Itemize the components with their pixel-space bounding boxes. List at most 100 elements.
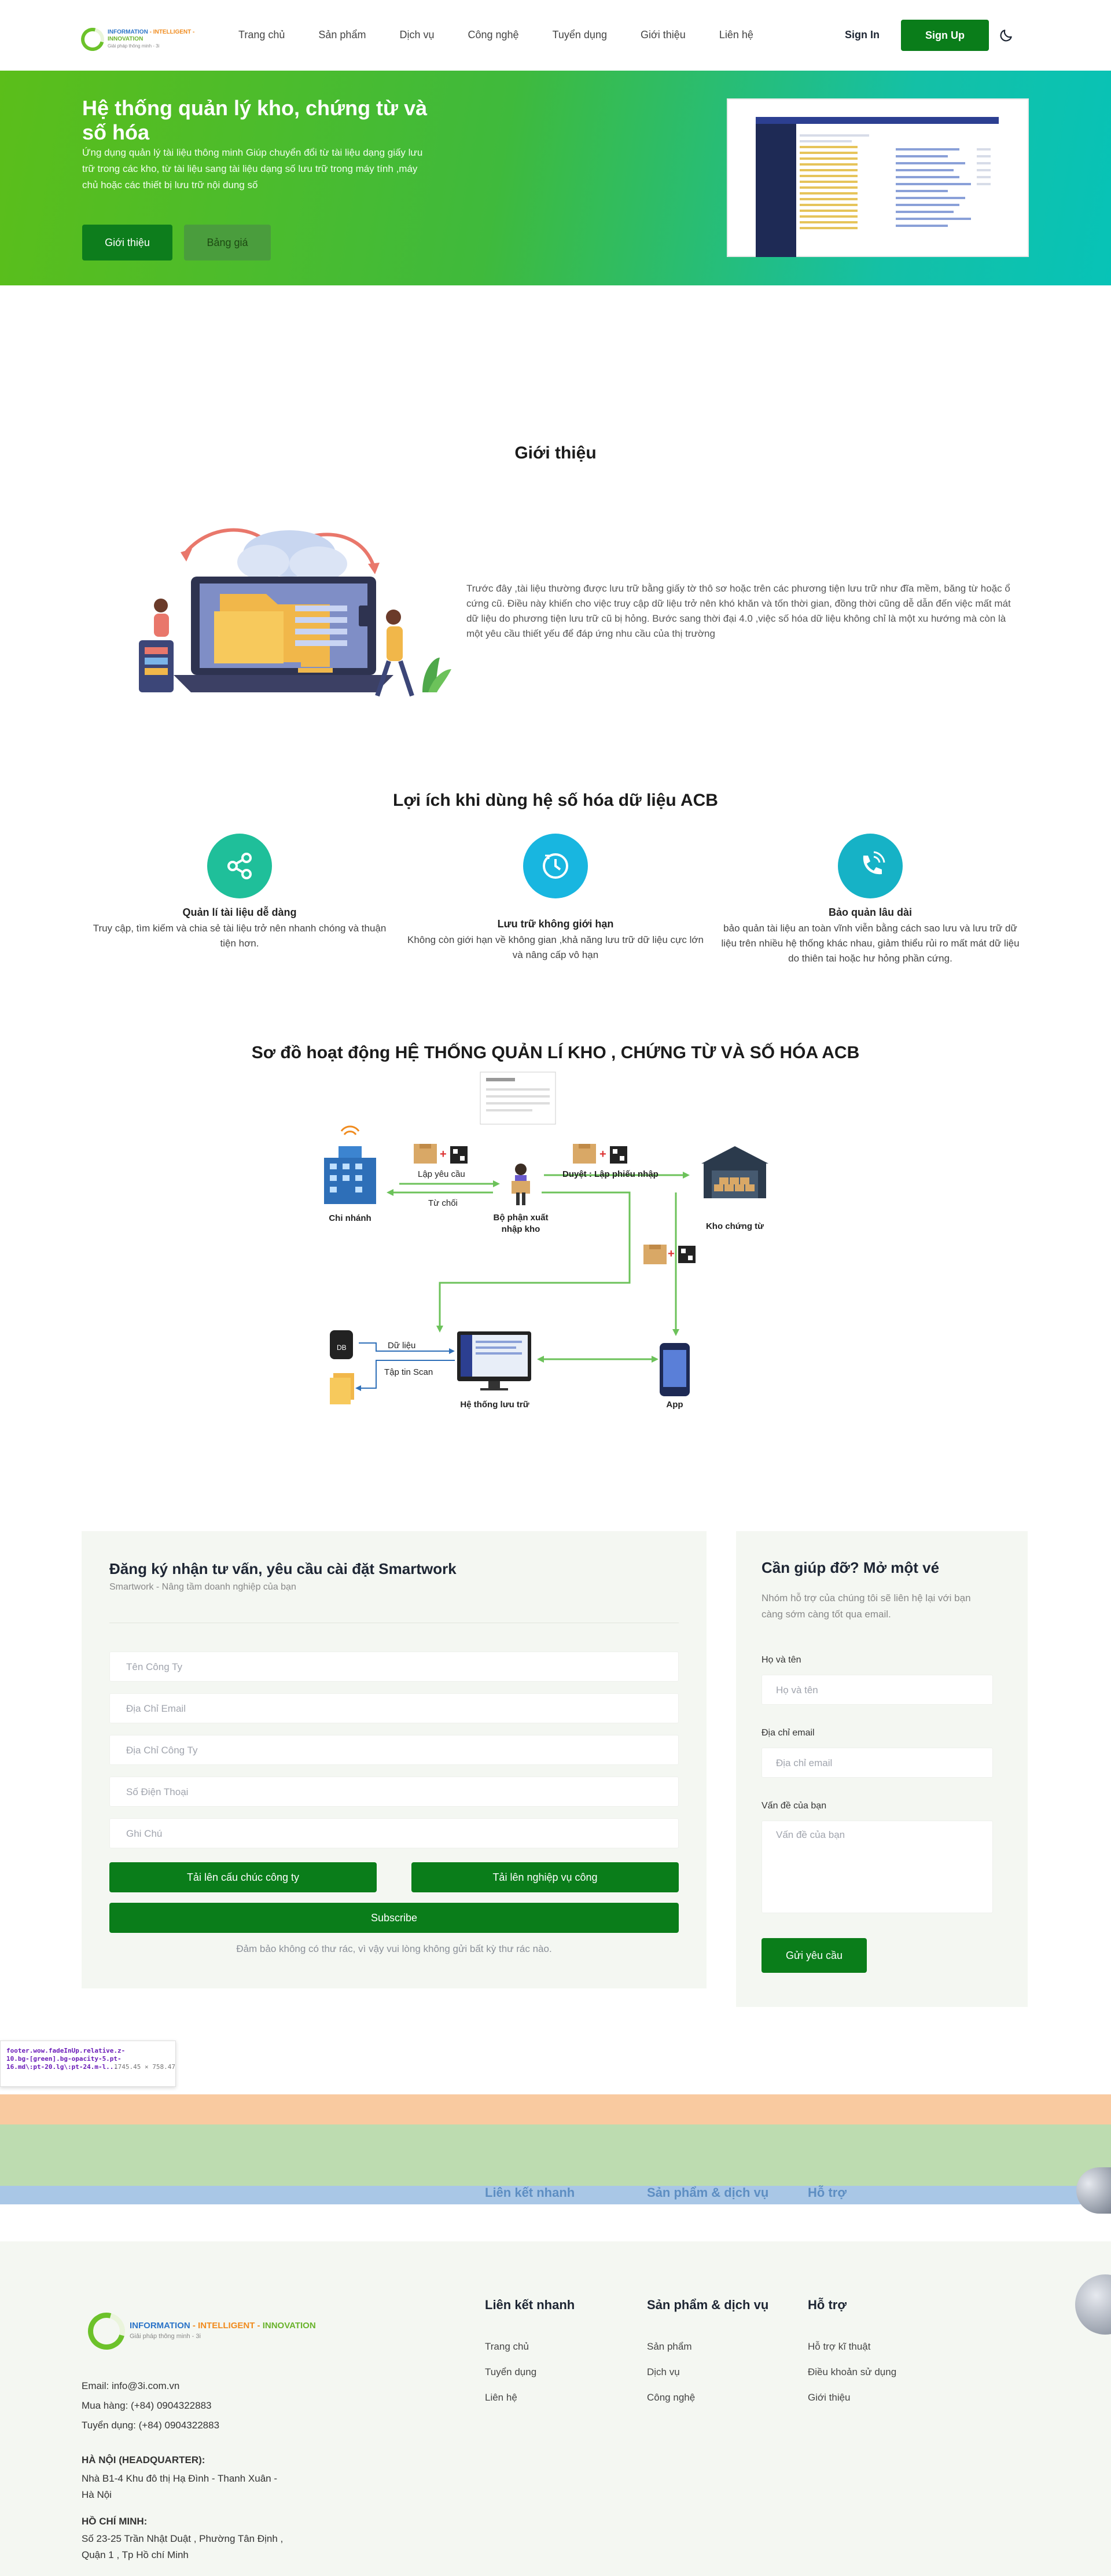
intro-paragraph: Trước đây ,tài liệu thường được lưu trữ … [466, 583, 1011, 639]
no-spam-note: Đảm bảo không có thư rác, vì vậy vui lòn… [236, 1943, 552, 1954]
edge-approve-label: Duyệt : Lập phiếu nhập [562, 1169, 658, 1179]
inspected-selector: footer.wow.fadeInUp.relative.z-10.bg-[gr… [6, 2047, 126, 2071]
note-input[interactable]: Ghi Chú [109, 1818, 679, 1848]
benefit-description: bảo quản tài liệu an toàn vĩnh viễn bằng… [721, 923, 1020, 964]
upload-org-structure-button[interactable]: Tải lên cấu chúc công ty [109, 1862, 377, 1892]
intro-button[interactable]: Giới thiệu [82, 225, 172, 260]
subscribe-button[interactable]: Subscribe [109, 1903, 679, 1933]
hcm-address-line2: Quận 1 , Tp Hồ chí Minh [82, 2549, 189, 2560]
hq-address-line2: Hà Nội [82, 2489, 112, 2500]
company-name-input[interactable]: Tên Công Ty [109, 1652, 679, 1682]
share-icon [207, 834, 272, 898]
footer-link-services[interactable]: Dịch vụ [647, 2366, 680, 2378]
footer-col-products-title: Sản phẩm & dịch vụ [647, 2298, 769, 2312]
nav-technology[interactable]: Công nghệ [468, 28, 518, 42]
nav-products[interactable]: Sản phẩm [318, 28, 366, 42]
logo-subtitle: Giải pháp thông minh - 3i [130, 2333, 201, 2340]
nav-careers[interactable]: Tuyển dụng [553, 28, 607, 42]
footer-link-contact[interactable]: Liên hệ [485, 2392, 517, 2403]
node-warehouse-label: Kho chứng từ [705, 1221, 764, 1231]
logo-word-information: INFORMATION [108, 29, 148, 35]
svg-text:+: + [440, 1148, 447, 1161]
benefit-card-easy-management: Quản lí tài liệu dễ dàng Truy cập, tìm k… [89, 834, 390, 951]
hero-section: Hệ thống quản lý kho, chứng từ và số hóa… [0, 71, 1111, 285]
svg-text:DB: DB [337, 1344, 347, 1352]
hq-title: HÀ NỘI (HEADQUARTER): [82, 2454, 205, 2465]
benefits-title: Lợi ích khi dùng hệ số hóa dữ liệu ACB [393, 791, 718, 810]
register-form-subtitle: Smartwork - Nâng tầm doanh nghiệp của bạ… [109, 1582, 296, 1592]
phone-input[interactable]: Số Điện Thoại [109, 1777, 679, 1807]
footer-link-terms[interactable]: Điều khoản sử dụng [808, 2366, 896, 2378]
footer-link-careers[interactable]: Tuyển dụng [485, 2366, 536, 2378]
logo-word-intelligent: - INTELLIGENT - [190, 2321, 263, 2331]
benefit-name: Lưu trữ không giới hạn [497, 918, 614, 930]
logo-word-information: INFORMATION [130, 2321, 190, 2331]
site-footer: INFORMATION - INTELLIGENT - INNOVATION G… [0, 2241, 1111, 2576]
nav-home[interactable]: Trang chủ [238, 28, 285, 42]
flow-title: Sơ đồ hoạt động HỆ THỐNG QUẢN LÍ KHO , C… [251, 1043, 860, 1062]
footer-link-home[interactable]: Trang chủ [485, 2341, 529, 2353]
hq-address-line1: Nhà B1-4 Khu đô thị Hạ Đình - Thanh Xuân… [82, 2473, 277, 2484]
document-digitization-illustration [116, 519, 463, 715]
node-branch-label: Chi nhánh [329, 1213, 371, 1223]
footer-link-about[interactable]: Giới thiệu [808, 2392, 851, 2403]
pricing-button[interactable]: Bảng giá [184, 225, 271, 260]
inspected-size: 1745.45 × 758.47 [114, 2063, 175, 2071]
overlay-col-products: Sản phẩm & dịch vụ [647, 2185, 769, 2200]
site-header: INFORMATION - INTELLIGENT - INNOVATION G… [0, 0, 1111, 71]
register-form-title: Đăng ký nhận tư vấn, yêu cầu cài đặt Sma… [109, 1560, 457, 1577]
benefit-description: Truy cập, tìm kiếm và chia sẻ tài liệu t… [93, 923, 387, 949]
nav-about[interactable]: Giới thiệu [641, 28, 686, 42]
svg-text:+: + [599, 1148, 606, 1161]
email-label: Địa chỉ email [761, 1728, 815, 1738]
logo-word-innovation: INNOVATION [262, 2321, 316, 2331]
logo[interactable]: INFORMATION - INTELLIGENT - INNOVATION G… [76, 23, 215, 56]
logo-word-intelligent: - INTELLIGENT - [148, 29, 195, 35]
sign-up-button[interactable]: Sign Up [901, 20, 989, 51]
intro-title: Giới thiệu [514, 443, 597, 463]
hero-title: Hệ thống quản lý kho, chứng từ và số hóa [82, 96, 428, 144]
footer-link-tech-support[interactable]: Hỗ trợ kĩ thuật [808, 2341, 870, 2353]
main-nav: Trang chủ Sản phẩm Dịch vụ Công nghệ Tuy… [238, 28, 787, 42]
moon-icon[interactable] [996, 25, 1016, 45]
logo-ring-icon [76, 23, 109, 56]
full-name-label: Họ và tên [761, 1655, 801, 1665]
issue-textarea[interactable]: Vấn đề của bạn [761, 1821, 993, 1913]
overlay-col-quick-links: Liên kết nhanh [485, 2185, 575, 2200]
email-input[interactable]: Địa chỉ email [761, 1748, 993, 1778]
benefit-name: Quản lí tài liệu dễ dàng [182, 907, 297, 918]
register-form: Đăng ký nhận tư vấn, yêu cầu cài đặt Sma… [82, 1531, 707, 1988]
margin-highlight-band [0, 2094, 1111, 2124]
footer-recruit-phone[interactable]: Tuyển dụng: (+84) 0904322883 [82, 2420, 219, 2431]
upload-business-process-button[interactable]: Tải lên nghiệp vụ công [411, 1862, 679, 1892]
clock-icon [523, 834, 588, 898]
nav-contact[interactable]: Liên hệ [719, 28, 753, 42]
logo-word-innovation: INNOVATION [108, 36, 144, 42]
footer-link-products[interactable]: Sản phẩm [647, 2341, 692, 2353]
submit-ticket-button[interactable]: Gửi yêu cầu [761, 1938, 867, 1973]
edge-scan-label: Tập tin Scan [384, 1367, 433, 1377]
full-name-input[interactable]: Họ và tên [761, 1675, 993, 1705]
padding-highlight-band [0, 2124, 1111, 2186]
footer-logo[interactable]: INFORMATION - INTELLIGENT - INNOVATION G… [81, 2306, 319, 2357]
edge-reject-label: Từ chối [428, 1198, 458, 1208]
overlay-col-support: Hỗ trợ [808, 2185, 847, 2200]
company-address-input[interactable]: Địa Chỉ Công Ty [109, 1735, 679, 1765]
email-input[interactable]: Địa Chỉ Email [109, 1693, 679, 1723]
svg-text:+: + [668, 1247, 675, 1260]
issue-label: Vấn đề của bạn [761, 1801, 827, 1811]
logo-subtitle: Giải pháp thông minh - 3i [108, 43, 160, 49]
footer-link-technology[interactable]: Công nghệ [647, 2392, 695, 2403]
logo-ring-icon [81, 2306, 132, 2357]
hero-description: Ứng dụng quản lý tài liệu thông minh Giú… [82, 147, 423, 190]
node-department-label: Bộ phận xuất nhập kho [493, 1213, 549, 1234]
node-app-label: App [666, 1400, 683, 1410]
footer-email[interactable]: Email: info@3i.com.vn [82, 2380, 179, 2392]
edge-request-label: Lập yêu cầu [418, 1169, 465, 1179]
footer-sales-phone[interactable]: Mua hàng: (+84) 0904322883 [82, 2400, 212, 2412]
hcm-address-line1: Số 23-25 Trần Nhật Duật , Phường Tân Địn… [82, 2533, 284, 2544]
hcm-title: HỒ CHÍ MINH: [82, 2516, 148, 2527]
sign-in-link[interactable]: Sign In [845, 28, 880, 42]
edge-data-label: Dữ liệu [388, 1341, 416, 1351]
nav-services[interactable]: Dịch vụ [399, 28, 434, 42]
